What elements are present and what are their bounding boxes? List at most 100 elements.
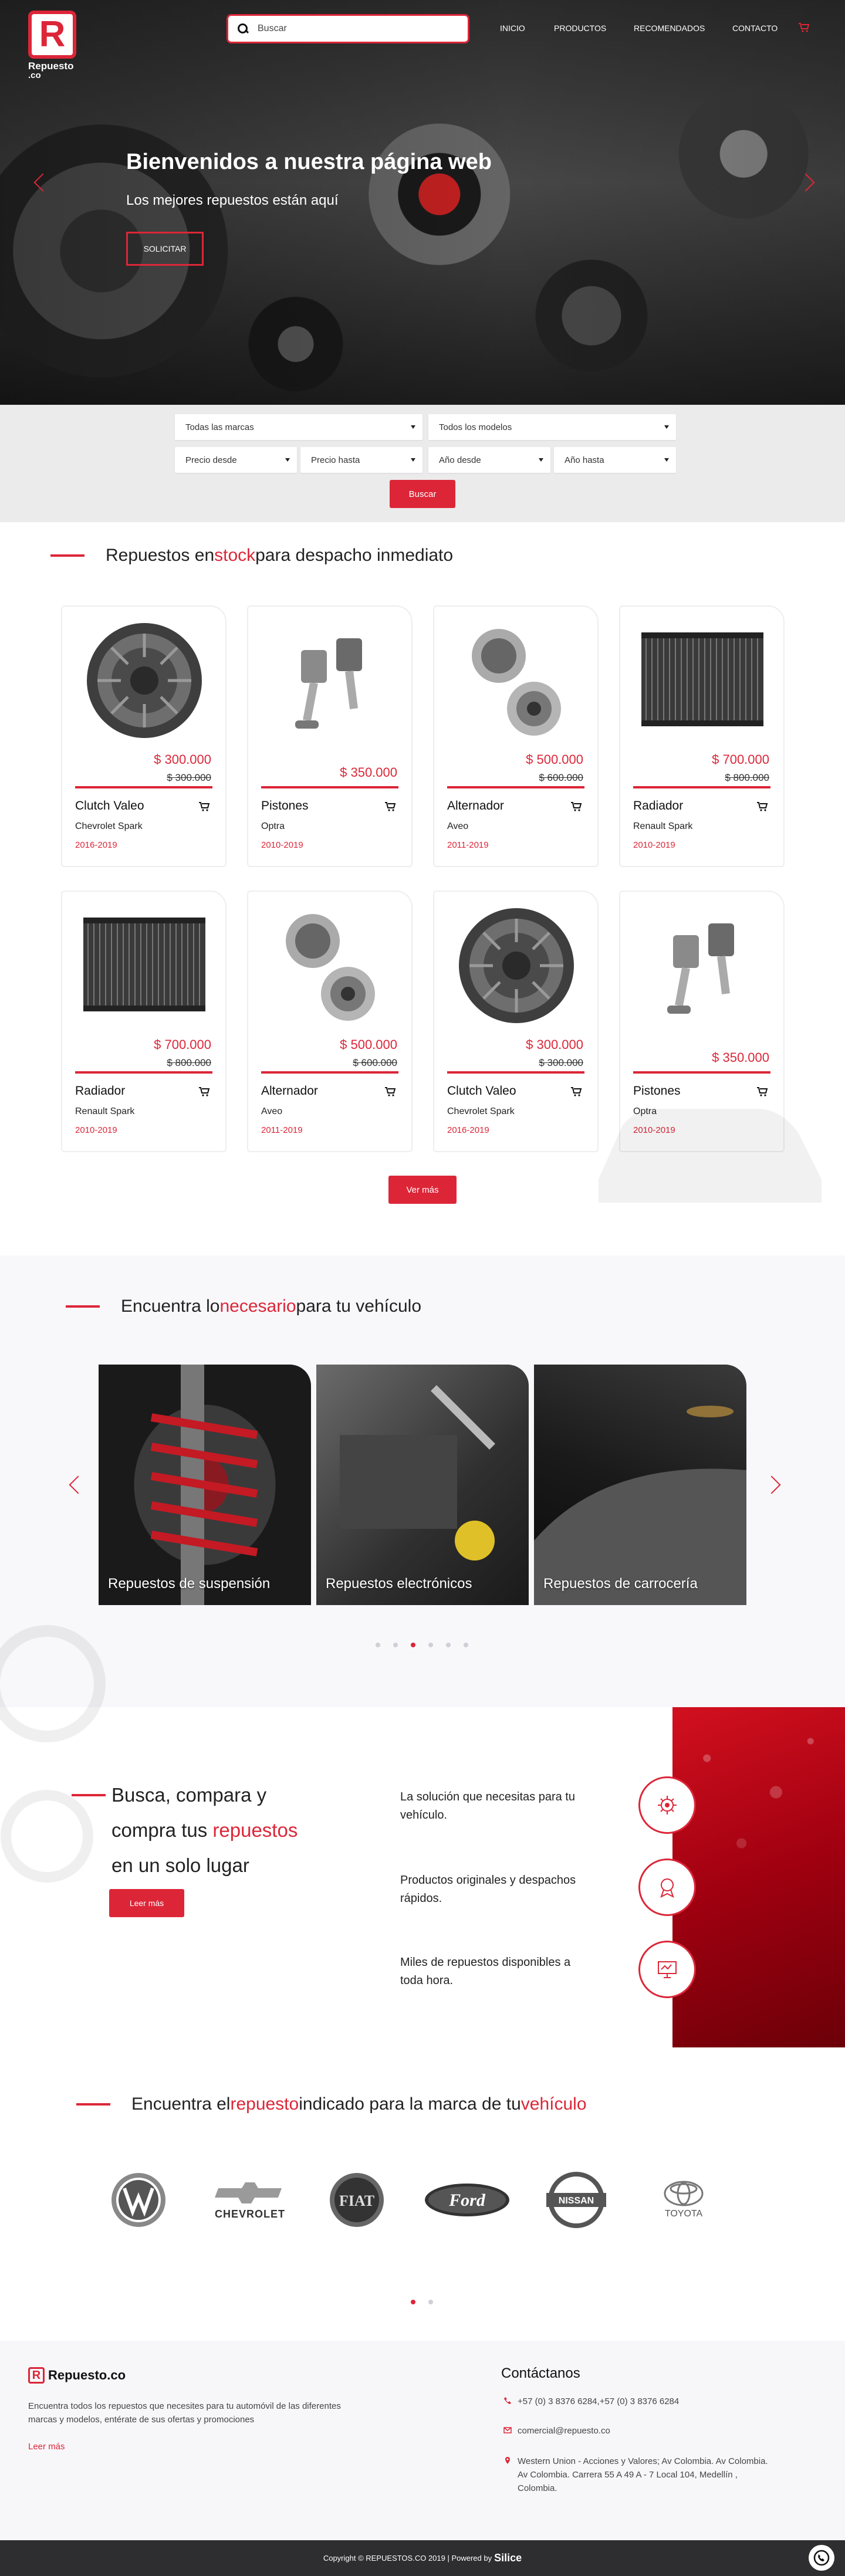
logo-mark: R bbox=[28, 11, 76, 59]
feature-text: Productos originales y despachos rápidos… bbox=[400, 1874, 576, 1905]
product-model: Aveo bbox=[447, 821, 469, 831]
info-leer-mas-button[interactable]: Leer más bbox=[109, 1889, 184, 1917]
search-filter: Todas las marcas Todos los modelos Preci… bbox=[0, 405, 845, 522]
product-model: Optra bbox=[261, 821, 285, 831]
nav-productos[interactable]: PRODUCTOS bbox=[554, 23, 606, 33]
brand-vw-logo[interactable]: VW bbox=[109, 2165, 168, 2235]
card-divider bbox=[261, 1071, 398, 1074]
product-model: Renault Spark bbox=[633, 821, 693, 831]
nav-inicio[interactable]: INICIO bbox=[500, 23, 525, 33]
carousel-dot[interactable] bbox=[376, 1643, 380, 1647]
brand-nissan-logo[interactable]: NISSAN bbox=[541, 2165, 611, 2235]
product-name: Alternador bbox=[261, 1084, 318, 1098]
cart-icon[interactable] bbox=[198, 1086, 210, 1097]
categories-prev-arrow[interactable] bbox=[69, 1475, 87, 1494]
cart-icon[interactable] bbox=[384, 801, 396, 812]
product-old-price: $ 600.000 bbox=[539, 772, 583, 783]
carousel-dot[interactable] bbox=[464, 1643, 468, 1647]
categories-carousel-dots bbox=[376, 1643, 468, 1647]
location-icon bbox=[505, 2457, 510, 2464]
product-name: Clutch Valeo bbox=[447, 1084, 516, 1098]
cart-icon[interactable] bbox=[798, 22, 810, 33]
solicitar-button[interactable]: SOLICITAR bbox=[126, 232, 204, 266]
card-divider bbox=[633, 786, 770, 788]
product-image bbox=[446, 615, 587, 747]
nav-recomendados[interactable]: RECOMENDADOS bbox=[634, 23, 705, 33]
product-card[interactable]: $ 500.000 $ 600.000 Alternador Aveo 2011-201… bbox=[247, 891, 413, 1152]
category-card-body[interactable]: Repuestos de carrocería bbox=[534, 1365, 746, 1605]
year-from-select[interactable]: Año desde bbox=[428, 447, 550, 473]
carousel-dot[interactable] bbox=[446, 1643, 451, 1647]
product-card[interactable]: $ 300.000 $ 300.000 Clutch Valeo Chevrolet … bbox=[433, 891, 599, 1152]
model-select[interactable]: Todos los modelos bbox=[428, 414, 676, 440]
product-card[interactable]: $ 300.000 $ 300.000 Clutch Valeo Chevrolet … bbox=[61, 605, 227, 867]
cart-icon[interactable] bbox=[384, 1086, 396, 1097]
product-years: 2011-2019 bbox=[447, 840, 489, 850]
category-card-suspension[interactable]: Repuestos de suspensión bbox=[99, 1365, 311, 1605]
ver-mas-button[interactable]: Ver más bbox=[388, 1176, 457, 1204]
year-to-select[interactable]: Año hasta bbox=[554, 447, 676, 473]
contact-phone[interactable]: +57 (0) 3 8376 6284,+57 (0) 3 8376 6284 bbox=[503, 2395, 679, 2408]
carousel-dot[interactable] bbox=[393, 1643, 398, 1647]
cart-icon[interactable] bbox=[198, 801, 210, 812]
categories-next-arrow[interactable] bbox=[762, 1475, 781, 1494]
product-model: Chevrolet Spark bbox=[75, 821, 143, 831]
filter-search-button[interactable]: Buscar bbox=[390, 480, 455, 508]
product-card[interactable]: $ 700.000 $ 800.000 Radiador Renault Spark 2… bbox=[61, 891, 227, 1152]
product-old-price: $ 300.000 bbox=[539, 1057, 583, 1068]
feature-text: Miles de repuestos disponibles a toda ho… bbox=[400, 1956, 571, 1987]
card-divider bbox=[75, 1071, 212, 1074]
brand-fiat-logo[interactable]: FIAT bbox=[327, 2165, 386, 2235]
carousel-dot[interactable] bbox=[428, 1643, 433, 1647]
brands-carousel-dots bbox=[411, 2300, 433, 2304]
brand-chevrolet-logo[interactable]: CHEVROLET bbox=[203, 2165, 297, 2235]
whatsapp-icon[interactable] bbox=[809, 2545, 834, 2571]
stock-section: Repuestos en stock para despacho inmedia… bbox=[0, 522, 845, 1255]
carousel-dot-active[interactable] bbox=[411, 2300, 415, 2304]
contact-email[interactable]: comercial@repuesto.co bbox=[503, 2424, 610, 2438]
site-logo[interactable]: R Repuesto .co bbox=[28, 11, 82, 80]
feature-text: La solución que necesitas para tu vehícu… bbox=[400, 1790, 575, 1822]
carousel-dot-active[interactable] bbox=[411, 1643, 415, 1647]
card-divider bbox=[447, 1071, 584, 1074]
brand-toyota-logo[interactable]: TOYOTA bbox=[651, 2165, 716, 2235]
categories-title: Encuentra lo necesario para tu vehículo bbox=[66, 1297, 421, 1316]
cart-icon[interactable] bbox=[570, 1086, 582, 1097]
product-card[interactable]: $ 350.000 Pistones Optra 2010-2019 bbox=[247, 605, 413, 867]
card-divider bbox=[261, 786, 398, 788]
hero-banner: R Repuesto .co INICIO PRODUCTOS RECOMEND… bbox=[0, 0, 845, 405]
product-card[interactable]: $ 500.000 $ 600.000 Alternador Aveo 2011-201… bbox=[433, 605, 599, 867]
product-price: $ 500.000 bbox=[340, 1037, 397, 1052]
product-card[interactable]: $ 700.000 $ 800.000 Radiador Renault Spark 2… bbox=[619, 605, 785, 867]
footer-description: Encuentra todos los repuestos que necesi… bbox=[28, 2401, 341, 2425]
info-section: Busca, compara y compra tus repuestos en… bbox=[0, 1625, 845, 2077]
svg-text:VW: VW bbox=[138, 2228, 140, 2229]
product-price: $ 350.000 bbox=[340, 765, 397, 780]
product-model: Renault Spark bbox=[75, 1106, 135, 1116]
carousel-dot[interactable] bbox=[428, 2300, 433, 2304]
category-card-electronics[interactable]: Repuestos electrónicos bbox=[316, 1365, 529, 1605]
copyright-bar: Copyright © REPUESTOS.CO 2019 | Powered … bbox=[0, 2540, 845, 2576]
product-name: Radiador bbox=[75, 1084, 126, 1098]
brand-select[interactable]: Todas las marcas bbox=[175, 414, 422, 440]
cart-icon[interactable] bbox=[756, 801, 768, 812]
search-input[interactable] bbox=[258, 23, 457, 34]
product-years: 2016-2019 bbox=[447, 1125, 489, 1135]
cart-icon[interactable] bbox=[570, 801, 582, 812]
search-icon[interactable] bbox=[238, 23, 248, 34]
product-name: Alternador bbox=[447, 799, 504, 813]
product-image bbox=[74, 900, 215, 1032]
price-to-select[interactable]: Precio hasta bbox=[300, 447, 422, 473]
hero-subtitle: Los mejores repuestos están aquí bbox=[126, 192, 339, 208]
footer-logo[interactable]: R Repuesto.co bbox=[28, 2367, 126, 2384]
info-title: Busca, compara y compra tus repuestos en… bbox=[111, 1784, 298, 1876]
product-years: 2011-2019 bbox=[261, 1125, 303, 1135]
stock-title: Repuestos en stock para despacho inmedia… bbox=[50, 546, 453, 566]
brand-ford-logo[interactable]: Ford bbox=[420, 2165, 514, 2235]
powered-by-logo[interactable]: Silice bbox=[494, 2552, 522, 2564]
nav-contacto[interactable]: CONTACTO bbox=[732, 23, 778, 33]
category-label: Repuestos de carrocería bbox=[543, 1576, 698, 1592]
footer-leer-mas-link[interactable]: Leer más bbox=[28, 2442, 65, 2452]
price-from-select[interactable]: Precio desde bbox=[175, 447, 297, 473]
product-years: 2010-2019 bbox=[75, 1125, 117, 1135]
